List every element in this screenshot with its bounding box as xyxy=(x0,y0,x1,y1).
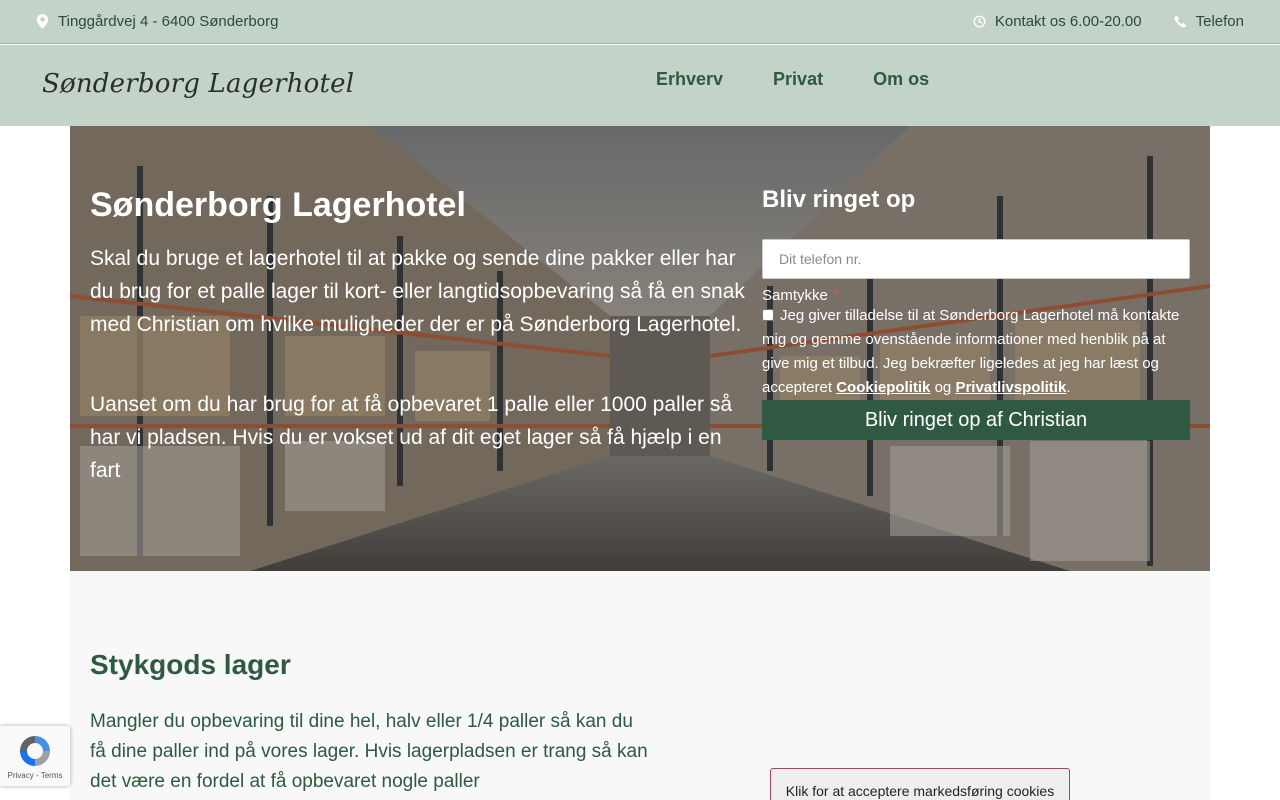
hero-paragraph-1: Skal du bruge et lagerhotel til at pakke… xyxy=(90,247,745,336)
consent-period: . xyxy=(1066,379,1071,396)
site-logo[interactable]: Sønderborg Lagerhotel xyxy=(42,69,354,99)
callback-form: Bliv ringet op Samtykke * Jeg giver tilla… xyxy=(762,186,1190,440)
hero-section: Sønderborg Lagerhotel Skal du bruge et l… xyxy=(70,126,1210,571)
consent-block: Jeg giver tilladelse til at Sønderborg L… xyxy=(762,304,1190,400)
recaptcha-terms-link[interactable]: Terms xyxy=(41,771,63,780)
stykgods-section: Stykgods lager Mangler du opbevaring til… xyxy=(70,571,1210,800)
privacy-policy-link[interactable]: Privatlivspolitik xyxy=(955,379,1066,396)
consent-and: og xyxy=(934,379,952,396)
contact-items: Kontakt os 6.00-20.00 Telefon xyxy=(973,13,1244,30)
recaptcha-badge[interactable]: Privacy - Terms xyxy=(0,726,70,786)
address-text: Tinggårdvej 4 - 6400 Sønderborg xyxy=(58,13,279,30)
required-marker: * xyxy=(833,287,840,304)
callback-form-title: Bliv ringet op xyxy=(762,186,916,213)
address-item[interactable]: Tinggårdvej 4 - 6400 Sønderborg xyxy=(36,13,278,30)
top-info-bar: Tinggårdvej 4 - 6400 Sønderborg Kontakt … xyxy=(0,0,1280,44)
map-pin-icon xyxy=(36,14,49,29)
main-nav: Erhverv Privat Om os xyxy=(656,69,929,90)
cookie-policy-link[interactable]: Cookiepolitik xyxy=(836,379,930,396)
clock-icon xyxy=(973,15,986,28)
nav-item-privat[interactable]: Privat xyxy=(773,69,823,90)
accept-marketing-cookies-button[interactable]: Klik for at acceptere markedsføring cook… xyxy=(770,768,1070,800)
contact-hours[interactable]: Kontakt os 6.00-20.00 xyxy=(995,13,1142,30)
recaptcha-logo-icon xyxy=(20,736,50,766)
hero-title: Sønderborg Lagerhotel xyxy=(90,186,466,224)
consent-checkbox[interactable] xyxy=(762,309,774,321)
section-title: Stykgods lager xyxy=(90,649,291,680)
phone-number-input[interactable] xyxy=(762,239,1190,279)
consent-label: Samtykke * xyxy=(762,287,1190,304)
recaptcha-separator: - xyxy=(35,771,39,780)
recaptcha-terms: Privacy - Terms xyxy=(0,771,70,780)
phone-icon xyxy=(1174,15,1186,28)
nav-item-om-os[interactable]: Om os xyxy=(873,69,929,90)
consent-label-text: Samtykke xyxy=(762,287,828,304)
main-header: Sønderborg Lagerhotel Erhverv Privat Om … xyxy=(0,45,1280,126)
callback-submit-button[interactable]: Bliv ringet op af Christian xyxy=(762,400,1190,440)
hero-paragraph-2: Uanset om du har brug for at få opbevare… xyxy=(90,393,733,482)
nav-item-erhverv[interactable]: Erhverv xyxy=(656,69,723,90)
section-text: Mangler du opbevaring til dine hel, halv… xyxy=(90,711,648,792)
recaptcha-privacy-link[interactable]: Privacy xyxy=(8,771,34,780)
phone-link[interactable]: Telefon xyxy=(1196,13,1244,30)
